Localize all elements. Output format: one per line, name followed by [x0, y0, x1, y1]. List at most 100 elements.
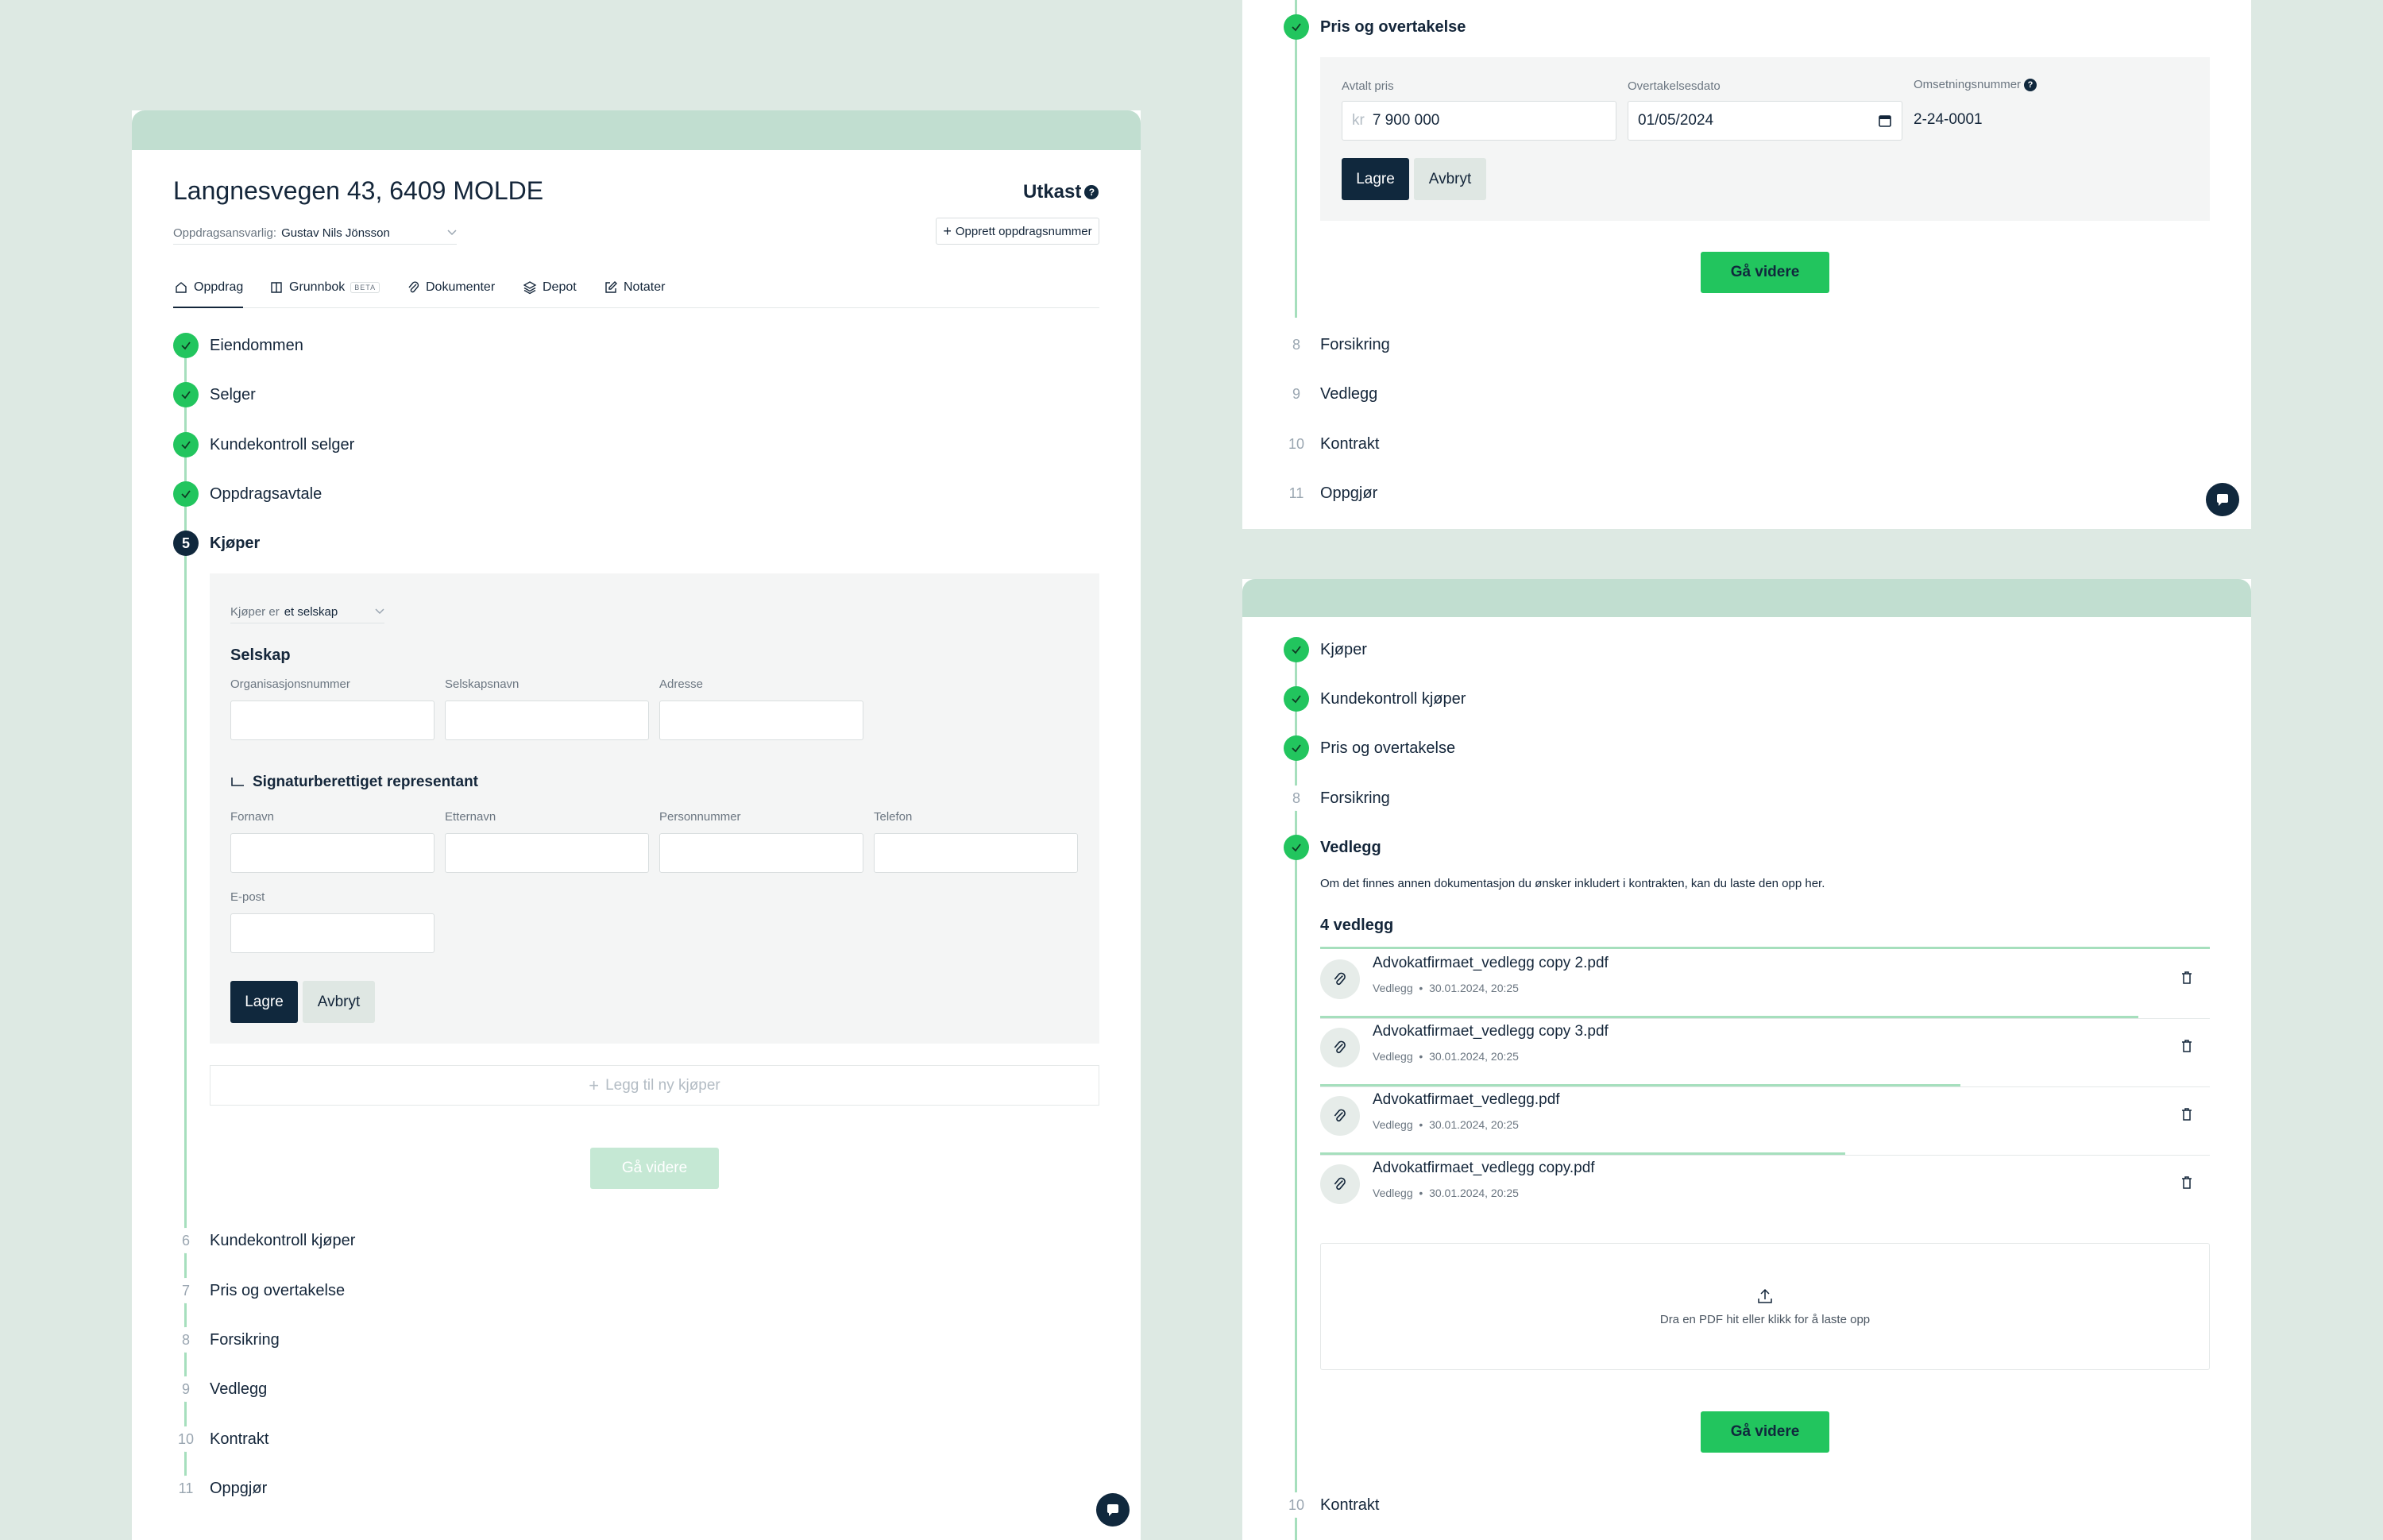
pdf-upload-dropzone[interactable]: Dra en PDF hit eller klikk for å laste o… [1320, 1243, 2210, 1370]
attachment-name[interactable]: Advokatfirmaet_vedlegg copy 2.pdf [1373, 955, 1609, 972]
step-kjoper[interactable]: Kjøper [1284, 634, 1367, 666]
save-button[interactable]: Lagre [1342, 158, 1409, 200]
help-icon[interactable]: ? [2024, 78, 2037, 91]
first-name-input[interactable] [230, 833, 435, 873]
paperclip-icon [1320, 1096, 1360, 1136]
person-number-input[interactable] [659, 833, 863, 873]
email-input[interactable] [230, 913, 435, 953]
step-eiendommen[interactable]: Eiendommen [173, 330, 303, 361]
step-label: Oppgjør [1320, 484, 1378, 502]
attachment-name[interactable]: Advokatfirmaet_vedlegg copy.pdf [1373, 1160, 1595, 1177]
representative-heading: Signaturberettiget representant [230, 774, 478, 791]
step-kontrakt[interactable]: 10 Kontrakt [1284, 1489, 1379, 1521]
cancel-button[interactable]: Avbryt [1414, 158, 1486, 200]
step-forsikring[interactable]: 8 Forsikring [1284, 329, 1390, 361]
continue-button[interactable]: Gå videre [590, 1148, 719, 1189]
chevron-down-icon [375, 608, 384, 615]
paperclip-icon [1320, 1028, 1360, 1067]
chevron-down-icon [447, 230, 457, 236]
add-buyer-button[interactable]: + Legg til ny kjøper [210, 1065, 1099, 1106]
step-forsikring[interactable]: 8 Forsikring [173, 1324, 280, 1356]
help-icon[interactable]: ? [1084, 185, 1099, 199]
trash-icon[interactable] [2178, 1174, 2196, 1191]
continue-button[interactable]: Gå videre [1701, 252, 1829, 293]
step-pris-og-overtakelse[interactable]: Pris og overtakelse [1284, 11, 1466, 43]
tab-grunnbok[interactable]: Grunnbok BETA [269, 279, 380, 296]
step-oppgjor[interactable]: 11 Oppgjør [1284, 477, 1377, 509]
step-pris-og-overtakelse[interactable]: 7 Pris og overtakelse [173, 1275, 345, 1306]
calendar-icon[interactable] [1878, 114, 1892, 128]
save-button[interactable]: Lagre [230, 981, 298, 1023]
tab-label: Notater [624, 280, 666, 294]
step-vedlegg[interactable]: Vedlegg [1284, 832, 1381, 863]
address-label: Adresse [659, 677, 704, 691]
step-forsikring[interactable]: 8 Forsikring [1284, 782, 1390, 814]
price-input[interactable]: kr 7 900 000 [1342, 101, 1616, 141]
trash-icon[interactable] [2178, 969, 2196, 986]
trash-icon[interactable] [2178, 1037, 2196, 1055]
org-number-input[interactable] [230, 701, 435, 740]
step-label: Pris og overtakelse [1320, 17, 1466, 36]
attachment-name[interactable]: Advokatfirmaet_vedlegg copy 3.pdf [1373, 1023, 1609, 1040]
check-icon [173, 333, 199, 358]
attachment-row[interactable]: Advokatfirmaet_vedlegg.pdf Vedlegg • 30.… [1320, 1086, 2210, 1156]
step-kjoper[interactable]: 5 Kjøper [173, 527, 260, 559]
create-assignment-number-button[interactable]: + Opprett oppdragsnummer [936, 218, 1099, 245]
step-label: Pris og overtakelse [210, 1281, 346, 1299]
attachment-name[interactable]: Advokatfirmaet_vedlegg.pdf [1373, 1091, 1560, 1109]
status-badge[interactable]: Utkast ? [1023, 181, 1099, 203]
continue-button[interactable]: Gå videre [1701, 1411, 1829, 1453]
responsible-selector[interactable]: Oppdragsansvarlig: Gustav Nils Jönsson [173, 222, 457, 245]
tab-dokumenter[interactable]: Dokumenter [407, 279, 495, 296]
chat-button[interactable] [1096, 1493, 1130, 1526]
last-name-input[interactable] [445, 833, 649, 873]
attachment-row[interactable]: Advokatfirmaet_vedlegg copy 3.pdf Vedleg… [1320, 1018, 2210, 1087]
attachment-date: 30.01.2024, 20:25 [1429, 982, 1519, 994]
create-button-label: Opprett oppdragsnummer [955, 224, 1092, 238]
step-label: Kjøper [210, 534, 261, 552]
plus-icon: + [589, 1075, 600, 1095]
buyer-type-selector[interactable]: Kjøper er et selskap [230, 600, 384, 623]
step-kontrakt[interactable]: 10 Kontrakt [173, 1423, 268, 1455]
tab-oppdrag[interactable]: Oppdrag [174, 279, 243, 296]
step-kundekontroll-kjoper[interactable]: Kundekontroll kjøper [1284, 683, 1466, 715]
attachment-type: Vedlegg [1373, 1050, 1413, 1063]
check-icon [1284, 686, 1309, 712]
step-number: 11 [173, 1476, 199, 1501]
phone-input[interactable] [874, 833, 1078, 873]
address-input[interactable] [659, 701, 863, 740]
company-name-input[interactable] [445, 701, 649, 740]
step-number: 5 [173, 531, 199, 556]
step-kundekontroll-kjoper[interactable]: 6 Kundekontroll kjøper [173, 1225, 355, 1256]
company-heading: Selskap [230, 646, 291, 664]
cancel-button[interactable]: Avbryt [303, 981, 375, 1023]
date-value: 01/05/2024 [1638, 112, 1714, 129]
step-label: Vedlegg [1320, 384, 1378, 403]
tab-depot[interactable]: Depot [523, 279, 577, 296]
attachments-count: 4 vedlegg [1320, 917, 1394, 934]
takeover-date-input[interactable]: 01/05/2024 [1628, 101, 1902, 141]
step-oppgjor[interactable]: 11 Oppgjør [173, 1472, 267, 1504]
step-kundekontroll-selger[interactable]: Kundekontroll selger [173, 429, 354, 461]
turnover-number-value: 2-24-0001 [1914, 111, 1983, 128]
attachment-row[interactable]: Advokatfirmaet_vedlegg copy 2.pdf Vedleg… [1320, 950, 2210, 1019]
step-kontrakt[interactable]: 10 Kontrakt [1284, 428, 1379, 460]
price-value: 7 900 000 [1372, 112, 1440, 129]
corner-down-right-icon [231, 778, 244, 786]
step-number: 9 [173, 1376, 199, 1402]
step-pris-og-overtakelse[interactable]: Pris og overtakelse [1284, 732, 1455, 764]
attachments-divider [1320, 947, 2210, 949]
paperclip-icon [1320, 1164, 1360, 1204]
step-oppdragsavtale[interactable]: Oppdragsavtale [173, 478, 322, 510]
chat-button[interactable] [2206, 483, 2239, 516]
step-label: Kundekontroll selger [210, 435, 355, 454]
step-vedlegg[interactable]: 9 Vedlegg [173, 1373, 267, 1405]
step-label: Kundekontroll kjøper [1320, 689, 1466, 708]
step-selger[interactable]: Selger [173, 379, 256, 411]
tab-notater[interactable]: Notater [604, 279, 665, 296]
step-vedlegg[interactable]: 9 Vedlegg [1284, 378, 1377, 410]
attachment-row[interactable]: Advokatfirmaet_vedlegg copy.pdf Vedlegg … [1320, 1155, 2210, 1223]
step-number: 10 [1284, 1492, 1309, 1518]
step-label: Vedlegg [1320, 838, 1381, 856]
trash-icon[interactable] [2178, 1106, 2196, 1123]
